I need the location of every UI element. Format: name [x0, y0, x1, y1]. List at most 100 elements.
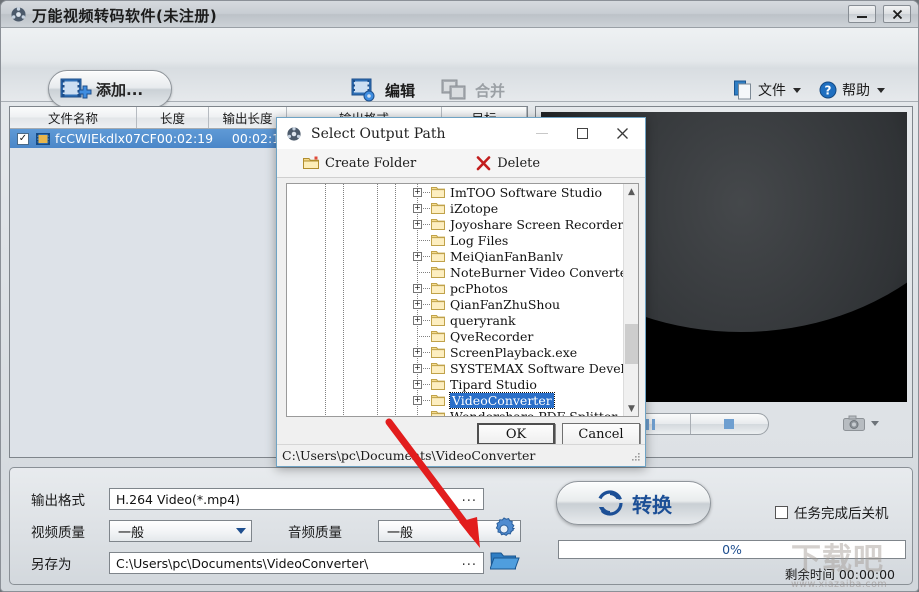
column-header-filename[interactable]: 文件名称	[10, 107, 137, 128]
edit-film-icon	[351, 78, 375, 102]
tree-connector	[423, 319, 430, 321]
tree-item[interactable]: + queryrank	[287, 312, 638, 328]
cancel-button[interactable]: Cancel	[562, 423, 640, 445]
output-format-field[interactable]: H.264 Video(*.mp4) ...	[109, 488, 484, 510]
tree-item[interactable]: + Tipard Studio	[287, 376, 638, 392]
tree-expand-icon[interactable]: +	[413, 395, 422, 405]
merge-button[interactable]: 合并	[441, 74, 505, 106]
snapshot-button[interactable]	[843, 415, 879, 432]
progress-bar: 0%	[558, 540, 906, 559]
tree-connector	[423, 303, 430, 305]
tree-connector	[417, 271, 430, 273]
row-checkbox[interactable]: ✓	[17, 132, 29, 145]
pause-icon	[646, 418, 656, 430]
tree-item[interactable]: + QianFanZhuShou	[287, 296, 638, 312]
shutdown-label: 任务完成后关机	[794, 506, 889, 522]
tree-item[interactable]: + ImTOO Software Studio	[287, 184, 638, 200]
output-format-browse-button[interactable]: ...	[462, 490, 477, 505]
window-close-button[interactable]	[883, 5, 911, 23]
create-folder-button[interactable]: Create Folder	[303, 156, 416, 171]
folder-icon	[431, 219, 445, 230]
create-folder-label: Create Folder	[325, 155, 417, 171]
tree-connector	[417, 415, 430, 416]
scroll-up-button[interactable]: ▲	[624, 184, 638, 199]
folder-icon	[431, 267, 445, 278]
open-folder-icon[interactable]	[490, 549, 520, 573]
column-header-length[interactable]: 长度	[137, 107, 209, 128]
tree-item[interactable]: Wondershare PDF Splitter	[287, 408, 638, 417]
tree-expand-icon[interactable]: +	[413, 363, 422, 373]
main-toolbar: 添加... 编辑 合并 文件 ? 帮助	[1, 28, 918, 108]
dialog-maximize-button[interactable]	[563, 118, 601, 148]
tree-item-label: pcPhotos	[450, 280, 508, 296]
tree-expand-icon[interactable]: +	[413, 379, 422, 389]
tree-expand-icon[interactable]: +	[413, 299, 422, 309]
tree-connector	[423, 223, 430, 225]
tree-item-label: Log Files	[450, 232, 509, 248]
tree-item-label: ImTOO Software Studio	[450, 184, 602, 200]
folder-icon	[431, 283, 445, 294]
output-format-row: 输出格式 H.264 Video(*.mp4) ...	[31, 488, 484, 510]
tree-item[interactable]: + pcPhotos	[287, 280, 638, 296]
folder-icon	[431, 251, 445, 262]
audio-quality-label: 音频质量	[288, 525, 342, 541]
folder-icon	[431, 235, 445, 246]
edit-label: 编辑	[385, 81, 416, 100]
tree-expand-icon[interactable]: +	[413, 203, 422, 213]
tree-expand-icon[interactable]: +	[413, 283, 422, 293]
scroll-down-button[interactable]: ▼	[624, 401, 638, 416]
stop-button[interactable]	[691, 414, 769, 434]
tree-item[interactable]: + SYSTEMAX Software Development	[287, 360, 638, 376]
video-quality-select[interactable]: 一般	[109, 520, 252, 542]
gear-icon[interactable]	[491, 516, 517, 542]
help-menu[interactable]: ? 帮助	[819, 77, 885, 103]
video-file-icon	[36, 132, 50, 145]
file-menu[interactable]: 文件	[734, 77, 801, 103]
tree-expand-icon[interactable]: +	[413, 315, 422, 325]
svg-text:?: ?	[825, 84, 832, 98]
scrollbar-thumb[interactable]	[625, 324, 638, 364]
window-minimize-button[interactable]	[848, 5, 876, 23]
edit-button[interactable]: 编辑	[351, 74, 415, 106]
tree-scrollbar[interactable]: ▲ ▼	[623, 184, 638, 416]
question-mark-icon: ?	[819, 81, 837, 99]
tree-item-label: NoteBurner Video Converter	[450, 264, 634, 280]
folder-icon	[431, 187, 445, 198]
tree-expand-icon[interactable]: +	[413, 347, 422, 357]
tree-item[interactable]: + iZotope	[287, 200, 638, 216]
folder-tree[interactable]: + ImTOO Software Studio + iZotope + Joyoshare…	[286, 183, 639, 417]
tree-item-label: Wondershare PDF Splitter	[450, 408, 618, 417]
tree-item[interactable]: NoteBurner Video Converter	[287, 264, 638, 280]
select-output-path-dialog: Select Output Path Create Folder Delete …	[276, 117, 646, 467]
tree-item[interactable]: Log Files	[287, 232, 638, 248]
folder-icon	[431, 395, 445, 406]
tree-item[interactable]: + Joyoshare Screen Recorder	[287, 216, 638, 232]
delete-label: Delete	[497, 155, 541, 171]
dialog-close-button[interactable]	[603, 118, 641, 148]
tree-item[interactable]: + ScreenPlayback.exe	[287, 344, 638, 360]
tree-connector	[423, 255, 430, 257]
ok-button[interactable]: OK	[477, 423, 555, 445]
tree-expand-icon[interactable]: +	[413, 251, 422, 261]
tree-item[interactable]: + MeiQianFanBanlv	[287, 248, 638, 264]
save-as-browse-button[interactable]: ...	[462, 554, 477, 569]
resize-grip-icon[interactable]	[631, 452, 641, 462]
delete-button[interactable]: Delete	[476, 156, 540, 171]
merge-film-icon	[441, 79, 466, 100]
tree-connector	[423, 367, 430, 369]
tree-item[interactable]: + VideoConverter	[287, 391, 638, 409]
tree-expand-icon[interactable]: +	[413, 187, 422, 197]
convert-label: 转换	[632, 492, 672, 517]
convert-button[interactable]: 转换	[556, 481, 711, 525]
add-file-button[interactable]: 添加...	[48, 70, 172, 108]
file-menu-label: 文件	[758, 83, 786, 99]
tree-expand-icon[interactable]: +	[413, 219, 422, 229]
save-as-field[interactable]: C:\Users\pc\Documents\VideoConverter\ ..…	[109, 552, 484, 574]
folder-icon	[431, 203, 445, 214]
shutdown-after-task-checkbox[interactable]: 任务完成后关机	[775, 502, 889, 522]
remaining-time-label: 剩余时间	[784, 567, 835, 582]
camera-icon	[843, 415, 865, 431]
chevron-down-icon	[236, 528, 246, 534]
tree-item[interactable]: QveRecorder	[287, 328, 638, 344]
dialog-minimize-button[interactable]	[523, 118, 561, 148]
